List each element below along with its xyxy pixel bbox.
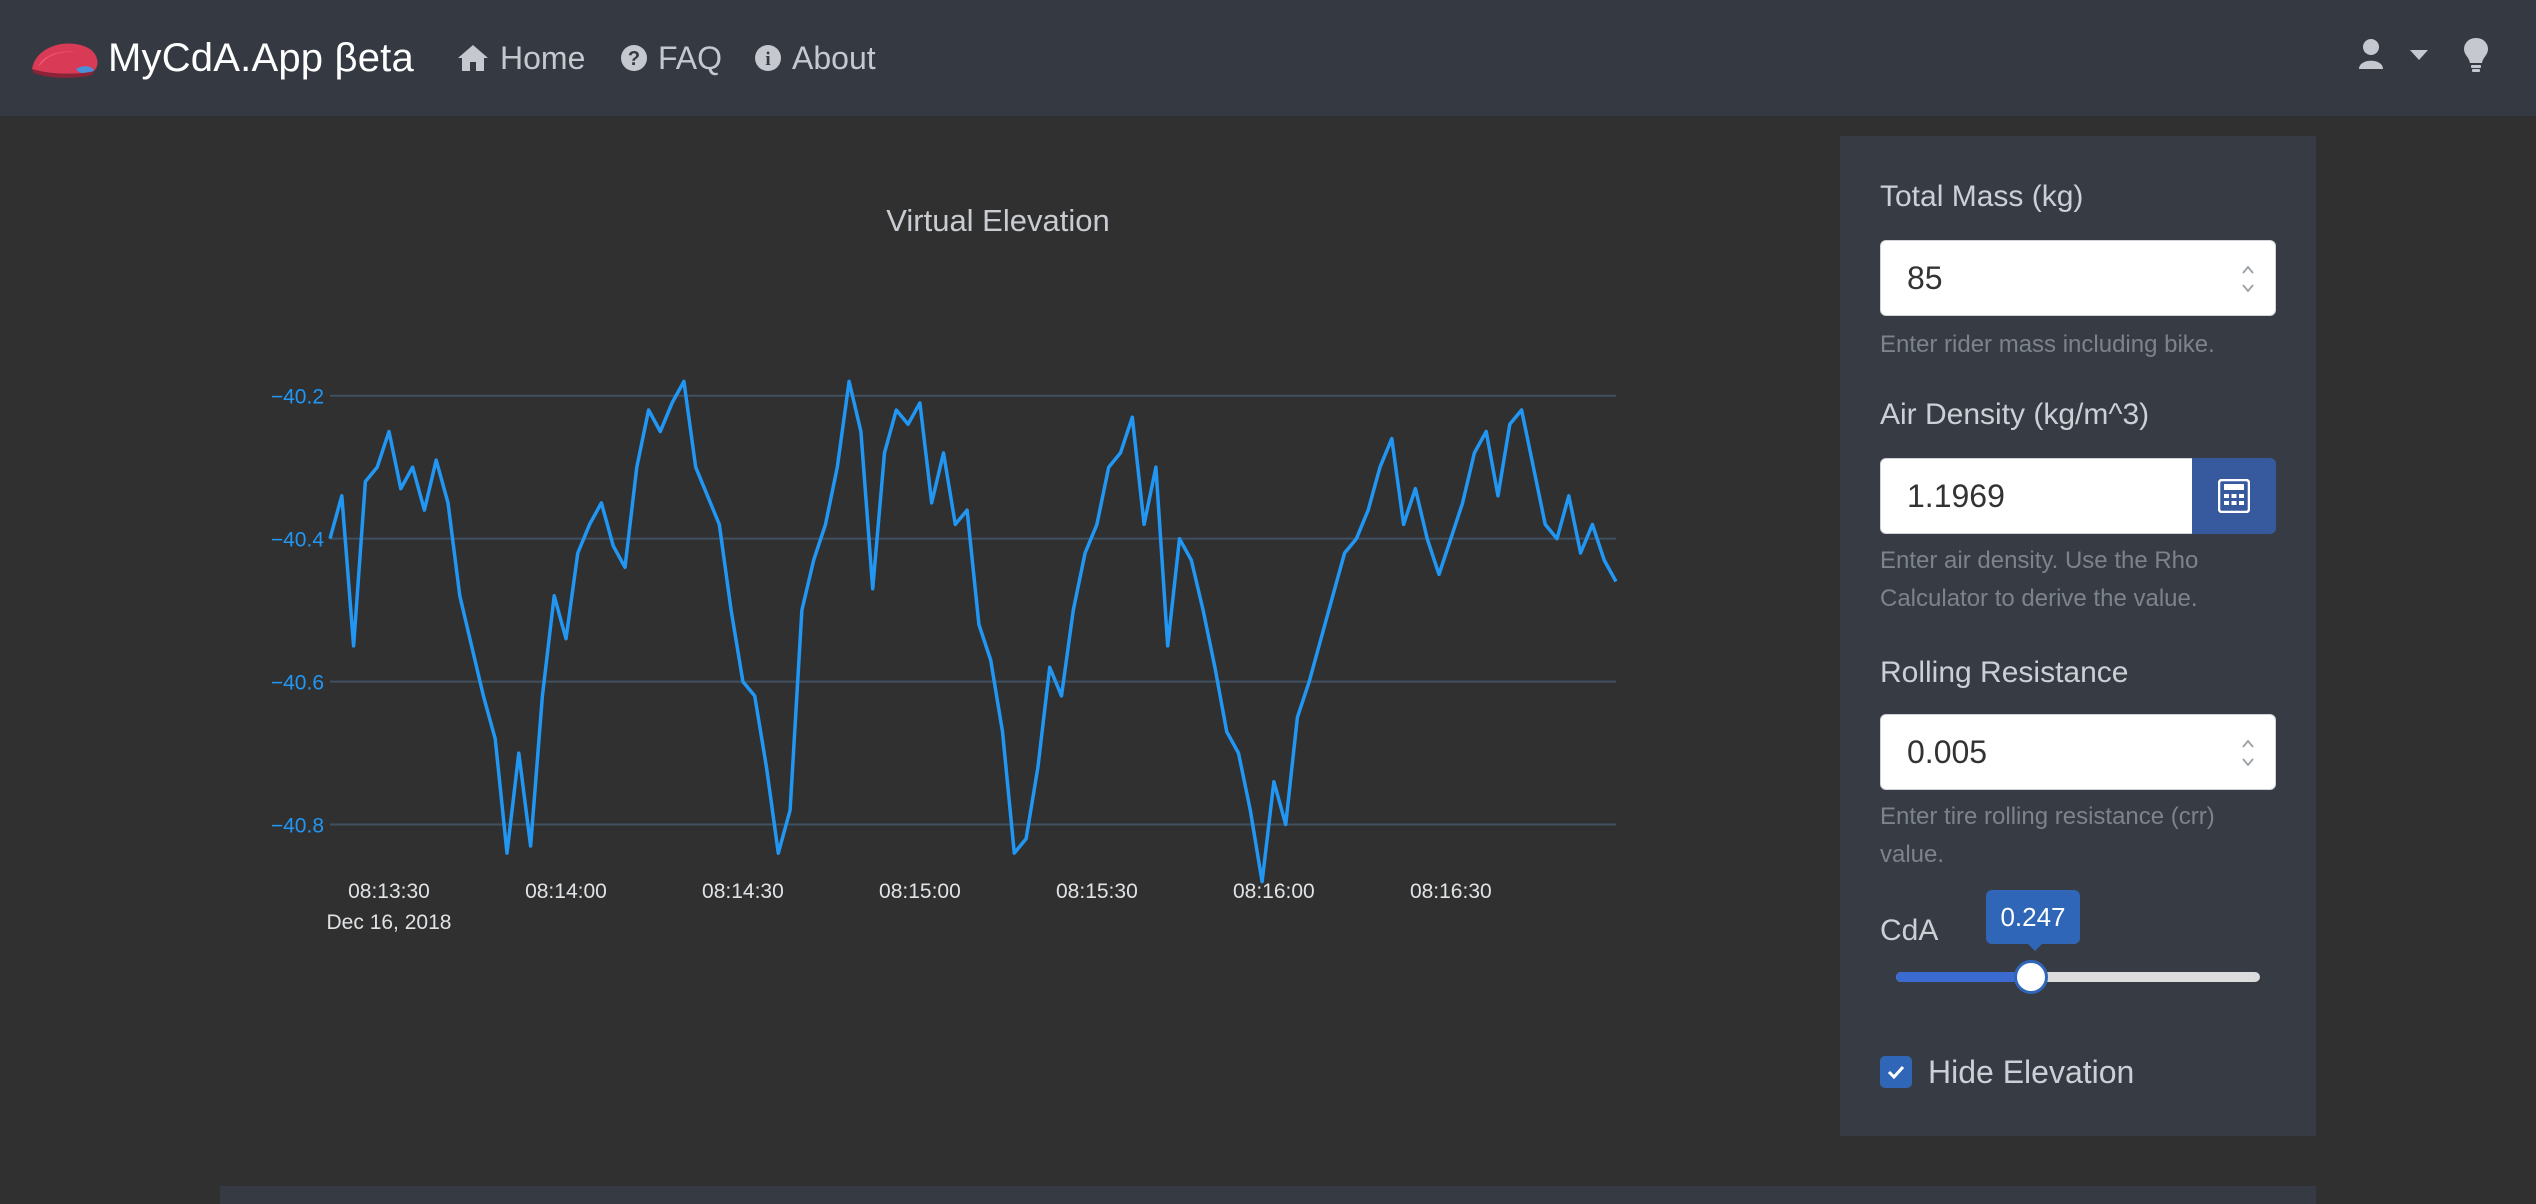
hide-elevation-label[interactable]: Hide Elevation	[1928, 1050, 2134, 1094]
y-tick-label: −40.4	[271, 529, 324, 552]
info-circle-icon: i	[755, 45, 781, 71]
check-icon	[1887, 1065, 1905, 1079]
svg-text:?: ?	[628, 48, 640, 70]
settings-panel: Total Mass (kg) 85 Enter rider mass incl…	[1840, 136, 2316, 1136]
rho-calculator-button[interactable]	[2192, 458, 2276, 534]
spinner-icon[interactable]	[2241, 259, 2255, 299]
density-value: 1.1969	[1907, 478, 2005, 514]
x-tick-label: 08:14:00	[525, 880, 607, 903]
crr-value: 0.005	[1907, 734, 1988, 770]
mass-help: Enter rider mass including bike.	[1880, 331, 2215, 358]
crr-label: Rolling Resistance	[1880, 656, 2129, 689]
nav-faq-label: FAQ	[658, 39, 723, 76]
caret-down-icon[interactable]	[2410, 50, 2428, 60]
hide-elevation-checkbox[interactable]	[1880, 1056, 1912, 1088]
y-axis: −40.2 −40.4 −40.6 −40.8	[271, 386, 324, 838]
x-tick-label: 08:16:00	[1233, 880, 1315, 903]
elevation-line	[328, 379, 1618, 884]
mass-value: 85	[1907, 260, 1943, 296]
nav-home[interactable]: Home	[456, 34, 585, 82]
spinner-icon[interactable]	[2241, 733, 2255, 773]
brand[interactable]: MyCdA.App βeta	[30, 30, 414, 86]
calculator-icon	[2218, 479, 2250, 513]
x-tick-label: 08:15:30	[1056, 880, 1138, 903]
lightbulb-icon[interactable]	[2464, 36, 2488, 74]
svg-text:i: i	[765, 49, 770, 70]
cda-slider-fill	[1896, 972, 2031, 982]
x-tick-label: 08:13:30	[348, 880, 430, 903]
nav-faq[interactable]: ? FAQ	[620, 34, 722, 82]
cda-label: CdA	[1880, 914, 1939, 947]
y-tick-label: −40.6	[271, 672, 324, 695]
y-tick-label: −40.8	[271, 815, 324, 838]
density-input[interactable]: 1.1969	[1880, 458, 2234, 534]
question-circle-icon: ?	[621, 45, 647, 71]
chart-title: Virtual Elevation	[886, 203, 1109, 238]
brand-name: MyCdA.App βeta	[108, 36, 414, 80]
navbar: MyCdA.App βeta Home ? FAQ i About	[0, 0, 2536, 116]
cda-slider-track[interactable]	[1896, 972, 2260, 982]
nav-about[interactable]: i About	[754, 34, 876, 82]
crr-help: Enter tire rolling resistance (crr) valu…	[1880, 803, 2215, 868]
tooltip-arrow	[2026, 942, 2044, 951]
virtual-elevation-chart: Virtual Elevation −40.2 −40.4 −40.6 −40.8 0…	[271, 203, 1618, 934]
density-help: Enter air density. Use the Rho Calculato…	[1880, 547, 2199, 612]
chart-series	[328, 379, 1618, 884]
x-tick-date-label: Dec 16, 2018	[327, 911, 452, 934]
helmet-logo-icon	[32, 43, 98, 78]
cda-slider-handle[interactable]	[2013, 960, 2048, 994]
mass-input[interactable]: 85	[1880, 240, 2276, 316]
x-tick-label: 08:16:30	[1410, 880, 1492, 903]
crr-input[interactable]: 0.005	[1880, 714, 2276, 790]
chart-grid	[330, 394, 1616, 826]
nav-home-label: Home	[500, 39, 586, 76]
mass-label: Total Mass (kg)	[1880, 180, 2084, 213]
density-label: Air Density (kg/m^3)	[1880, 398, 2150, 431]
y-tick-label: −40.2	[271, 386, 324, 409]
bottom-panel	[220, 1186, 2316, 1204]
x-tick-label: 08:14:30	[702, 880, 784, 903]
x-tick-label: 08:15:00	[879, 880, 961, 903]
cda-tooltip: 0.247	[1986, 890, 2080, 944]
home-icon	[458, 45, 488, 71]
nav-about-label: About	[792, 39, 876, 76]
user-icon[interactable]	[2358, 38, 2384, 70]
x-axis: 08:13:30 Dec 16, 2018 08:14:00 08:14:30 08:1…	[327, 880, 1492, 934]
